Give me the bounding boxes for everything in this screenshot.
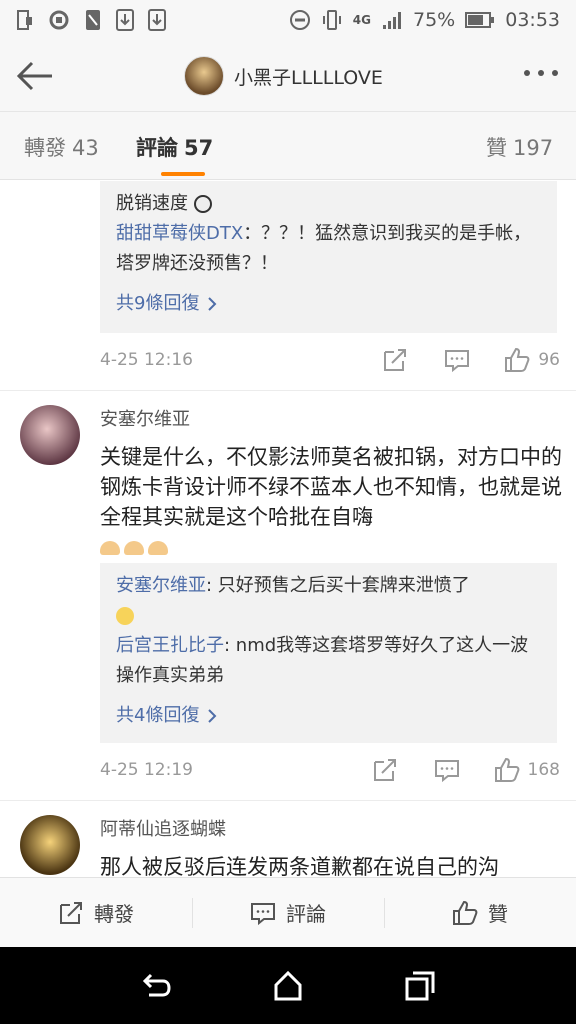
thumbs-up-icon[interactable]	[494, 757, 520, 783]
comment-icon[interactable]	[444, 347, 470, 373]
chevron-right-icon	[208, 297, 217, 311]
reply-emoji-row	[116, 601, 541, 631]
nav-recents-icon[interactable]	[403, 969, 437, 1003]
thumbs-up-icon	[453, 900, 478, 925]
thumbs-up-icon[interactable]	[504, 347, 530, 373]
comment-actions: 168	[372, 757, 560, 783]
partial-reply-text: 脱销速度	[116, 189, 541, 219]
more-replies-label: 共4條回復	[116, 705, 200, 726]
page-title: 小黑子LLLLLOVE	[234, 66, 383, 89]
comment-icon[interactable]	[434, 757, 460, 783]
share-icon[interactable]	[382, 347, 408, 373]
comment-icon	[251, 902, 275, 925]
tab-comments[interactable]: 評論 57	[136, 132, 213, 162]
reply-item: 甜甜草莓侠DTX：？？！猛然意识到我买的是手帐，塔罗牌还没预售？！	[116, 219, 541, 279]
tab-repost-label: 轉發	[24, 136, 66, 160]
comment-feed[interactable]: 脱销速度 甜甜草莓侠DTX：？？！猛然意识到我买的是手帐，塔罗牌还没预售？！ 共…	[0, 181, 576, 877]
like-count: 96	[538, 350, 560, 370]
status-bar: 4G 75% 03:53	[0, 0, 576, 40]
network-type: 4G	[352, 13, 371, 27]
repost-button[interactable]: 轉發	[0, 878, 192, 947]
clock: 03:53	[505, 9, 560, 31]
reply-text: : 只好预售之后买十套牌来泄愤了	[206, 575, 470, 596]
system-nav-bar	[0, 947, 576, 1024]
more-replies-link[interactable]: 共4條回復	[116, 701, 541, 731]
comment-text: 关键是什么，不仅影法师莫名被扣锅，对方口中的钢炼卡背设计师不绿不蓝本人也不知情，…	[100, 442, 570, 562]
like-button[interactable]: 贊	[384, 878, 576, 947]
battery-icon	[465, 12, 495, 28]
more-replies-label: 共9條回復	[116, 293, 200, 314]
clap-emoji-icon	[100, 541, 120, 555]
phone-icon	[86, 10, 100, 30]
tab-comments-count: 57	[184, 136, 214, 160]
partial-text: 脱销速度	[116, 193, 188, 214]
signal-icon	[383, 12, 401, 29]
more-replies-link[interactable]: 共9條回復	[116, 289, 541, 319]
download-icon	[116, 9, 134, 31]
tab-likes-label: 贊	[486, 136, 507, 160]
active-tab-indicator	[161, 172, 205, 176]
tab-likes-count: 197	[513, 136, 554, 160]
tab-repost-count: 43	[72, 136, 99, 160]
reply-author[interactable]: 后宫王扎比子	[116, 635, 224, 656]
comment-time: 4-25 12:16	[100, 350, 193, 370]
download-icon-2	[148, 9, 166, 31]
vibrate-icon	[322, 10, 341, 30]
comment-username[interactable]: 安塞尔维亚	[100, 405, 190, 431]
comment-meta: 4-25 12:19 168	[100, 755, 560, 785]
share-icon	[60, 901, 82, 924]
comment-text: 那人被反驳后连发两条道歉都在说自己的沟	[100, 852, 570, 877]
comment-meta: 4-25 12:16 96	[100, 345, 560, 375]
reply-box[interactable]: 脱销速度 甜甜草莓侠DTX：？？！猛然意识到我买的是手帐，塔罗牌还没预售？！ 共…	[100, 181, 557, 333]
back-arrow-icon[interactable]	[14, 56, 56, 96]
clap-emoji-icon	[124, 541, 144, 555]
bottom-action-bar: 轉發 評論 贊	[0, 877, 576, 947]
avatar[interactable]	[20, 405, 80, 465]
divider	[0, 390, 576, 391]
comment-button[interactable]: 評論	[192, 878, 384, 947]
nav-home-icon[interactable]	[271, 969, 305, 1003]
divider	[0, 800, 576, 801]
clap-emoji-icon	[148, 541, 168, 555]
sync-icon	[49, 10, 69, 30]
tab-likes[interactable]: 贊 197	[486, 132, 553, 162]
nav-back-icon[interactable]	[139, 969, 173, 1003]
reply-item: 后宫王扎比子: nmd我等这套塔罗等好久了这人一波操作真实弟弟	[116, 631, 541, 691]
face-emoji-icon	[116, 607, 134, 625]
reply-item: 安塞尔维亚: 只好预售之后买十套牌来泄愤了	[116, 571, 541, 601]
comment-username[interactable]: 阿蒂仙追逐蝴蝶	[100, 815, 226, 841]
avatar[interactable]	[184, 56, 224, 96]
reply-author[interactable]: 甜甜草莓侠DTX	[116, 223, 243, 244]
comment-body: 关键是什么，不仅影法师莫名被扣锅，对方口中的钢炼卡背设计师不绿不蓝本人也不知情，…	[100, 445, 562, 529]
panda-emoji-icon	[193, 195, 212, 213]
tab-comments-label: 評論	[136, 136, 178, 160]
comment-time: 4-25 12:19	[100, 760, 193, 780]
dnd-icon	[289, 10, 310, 30]
chevron-right-icon	[208, 709, 217, 723]
share-icon[interactable]	[372, 757, 398, 783]
avatar[interactable]	[20, 815, 80, 875]
like-count: 168	[527, 760, 560, 780]
comment-label: 評論	[286, 902, 326, 926]
tab-bar: 轉發 43 評論 57 贊 197	[0, 112, 576, 180]
like-label: 贊	[488, 902, 508, 926]
comment-body: 那人被反驳后连发两条道歉都在说自己的沟	[100, 855, 499, 877]
reply-author[interactable]: 安塞尔维亚	[116, 575, 206, 596]
comment-actions: 96	[382, 347, 560, 373]
header: 小黑子LLLLLOVE	[0, 40, 576, 112]
device-icon	[17, 10, 32, 30]
reply-box[interactable]: 安塞尔维亚: 只好预售之后买十套牌来泄愤了 后宫王扎比子: nmd我等这套塔罗等…	[100, 563, 557, 743]
header-title-group[interactable]: 小黑子LLLLLOVE	[184, 56, 383, 96]
repost-label: 轉發	[94, 902, 134, 926]
tab-repost[interactable]: 轉發 43	[24, 132, 99, 162]
battery-percent: 75%	[413, 9, 456, 31]
more-dots-icon[interactable]	[524, 70, 558, 76]
